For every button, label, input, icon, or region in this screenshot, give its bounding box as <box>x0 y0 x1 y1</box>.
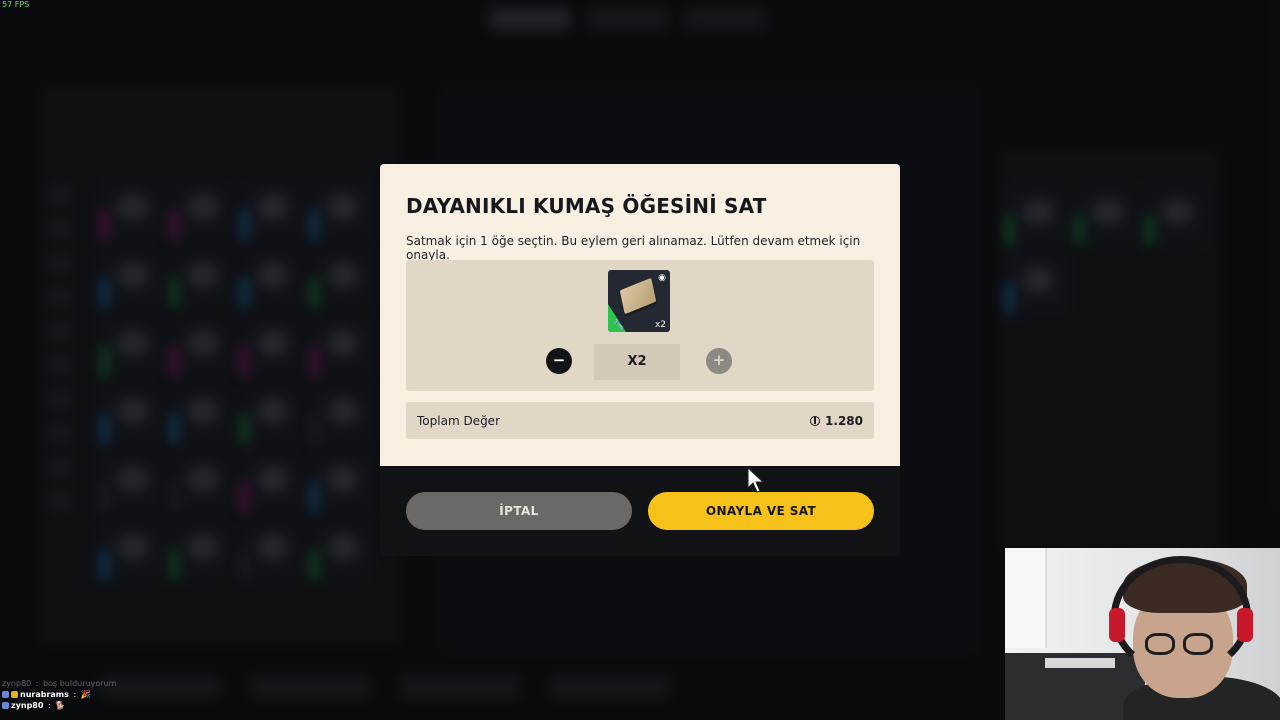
chat-message: zynp80 : boş bulduruyorum <box>2 679 117 688</box>
coin-icon <box>810 415 821 426</box>
item-selection-area: ◉ 🔧 x2 − X2 + <box>406 260 874 391</box>
total-label: Toplam Değer <box>417 413 500 428</box>
wrench-icon: 🔧 <box>613 320 625 330</box>
subscriber-badge-icon <box>2 691 9 698</box>
item-card[interactable]: ◉ 🔧 x2 <box>608 270 670 332</box>
chat-text: boş bulduruyorum <box>43 679 117 688</box>
cancel-button[interactable]: İPTAL <box>406 492 632 530</box>
headset-icon <box>1111 556 1251 676</box>
chat-message: zynp80 : 🐕 <box>2 700 116 711</box>
confirm-sell-button[interactable]: ONAYLA VE SAT <box>648 492 874 530</box>
eye-icon[interactable]: ◉ <box>658 273 666 283</box>
dialog-body: DAYANIKLI KUMAŞ ÖĞESİNİ SAT Satmak için … <box>380 164 900 466</box>
plus-icon[interactable]: + <box>706 348 732 374</box>
gift-badge-icon <box>11 691 18 698</box>
mouse-cursor-icon <box>747 467 765 493</box>
quantity-value: X2 <box>594 344 680 380</box>
item-quantity-badge: x2 <box>654 320 666 330</box>
chat-username: nurabrams <box>20 690 69 699</box>
stream-chat: zynp80 : boş bulduruyorum nurabrams : 🎉 … <box>2 678 116 711</box>
subscriber-badge-icon <box>2 702 9 709</box>
dialog-title: DAYANIKLI KUMAŞ ÖĞESİNİ SAT <box>406 194 767 218</box>
chat-username: zynp80 <box>2 679 32 688</box>
minus-icon[interactable]: − <box>546 348 572 374</box>
total-value-row: Toplam Değer 1.280 <box>406 402 874 439</box>
total-amount: 1.280 <box>825 413 863 428</box>
chat-username: zynp80 <box>11 701 44 710</box>
fps-counter: 57 FPS <box>2 0 30 9</box>
chat-message: nurabrams : 🎉 <box>2 689 116 700</box>
chat-text: 🎉 <box>80 690 91 699</box>
total-value: 1.280 <box>810 414 863 428</box>
sell-item-dialog: DAYANIKLI KUMAŞ ÖĞESİNİ SAT Satmak için … <box>380 164 900 556</box>
quantity-stepper: − X2 + <box>546 344 732 380</box>
streamer-webcam <box>1005 548 1280 720</box>
dialog-description: Satmak için 1 öğe seçtin. Bu eylem geri … <box>406 234 861 262</box>
chat-text: 🐕 <box>55 701 66 710</box>
